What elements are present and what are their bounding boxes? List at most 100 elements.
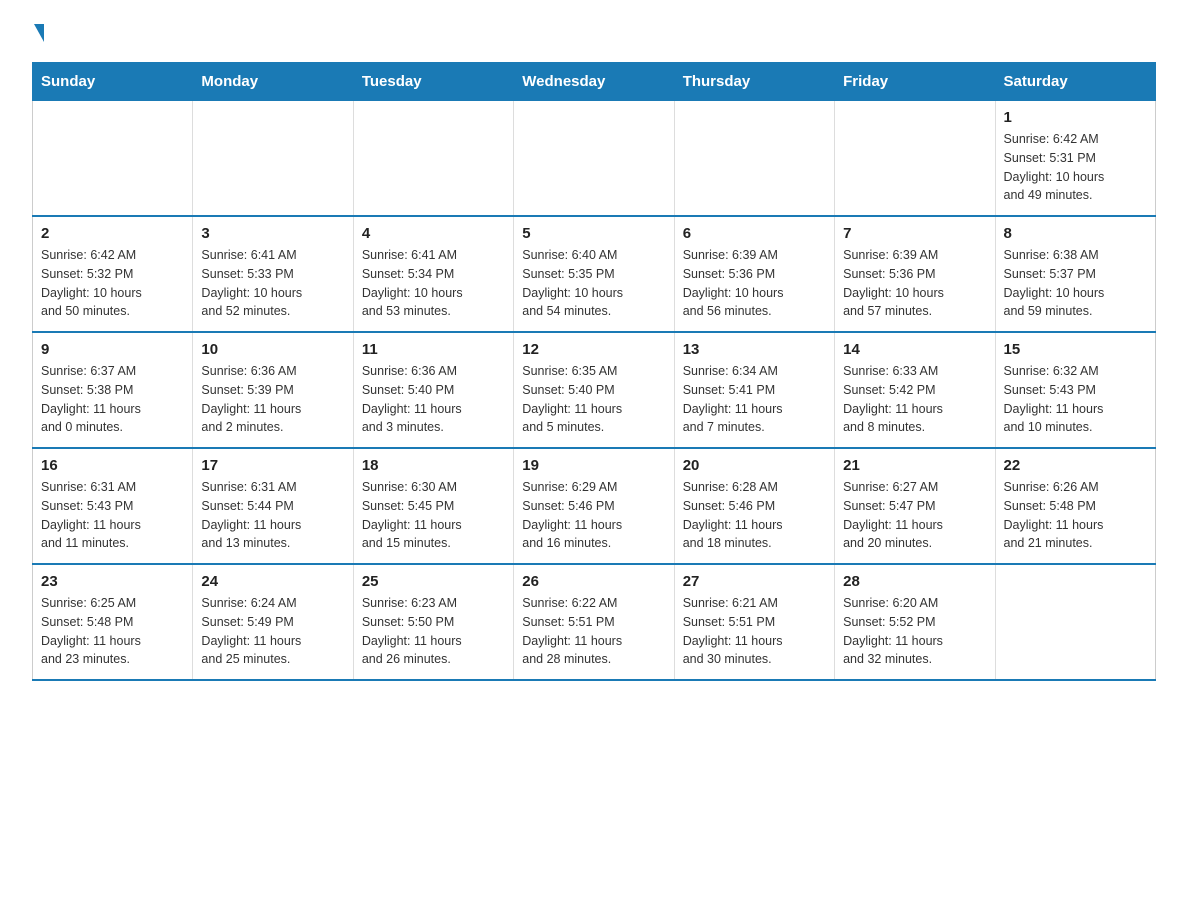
calendar-week-row: 1 Sunrise: 6:42 AM Sunset: 5:31 PM Daylig… <box>33 101 1156 217</box>
weekday-header-friday: Friday <box>835 63 995 101</box>
calendar-cell: 9 Sunrise: 6:37 AM Sunset: 5:38 PM Daylig… <box>33 332 193 448</box>
calendar-cell: 11 Sunrise: 6:36 AM Sunset: 5:40 PM Dayli… <box>353 332 513 448</box>
day-number: 14 <box>843 341 986 358</box>
calendar-cell: 8 Sunrise: 6:38 AM Sunset: 5:37 PM Daylig… <box>995 216 1155 332</box>
calendar-cell <box>674 101 834 217</box>
calendar-cell: 7 Sunrise: 6:39 AM Sunset: 5:36 PM Daylig… <box>835 216 995 332</box>
calendar-cell: 13 Sunrise: 6:34 AM Sunset: 5:41 PM Dayli… <box>674 332 834 448</box>
day-info: Sunrise: 6:28 AM Sunset: 5:46 PM Dayligh… <box>683 478 826 553</box>
calendar-cell: 3 Sunrise: 6:41 AM Sunset: 5:33 PM Daylig… <box>193 216 353 332</box>
calendar-cell <box>835 101 995 217</box>
calendar-cell: 18 Sunrise: 6:30 AM Sunset: 5:45 PM Dayli… <box>353 448 513 564</box>
calendar-cell: 14 Sunrise: 6:33 AM Sunset: 5:42 PM Dayli… <box>835 332 995 448</box>
day-number: 1 <box>1004 109 1147 126</box>
calendar-cell: 25 Sunrise: 6:23 AM Sunset: 5:50 PM Dayli… <box>353 564 513 680</box>
day-number: 25 <box>362 573 505 590</box>
day-number: 5 <box>522 225 665 242</box>
day-number: 6 <box>683 225 826 242</box>
calendar-week-row: 9 Sunrise: 6:37 AM Sunset: 5:38 PM Daylig… <box>33 332 1156 448</box>
day-info: Sunrise: 6:42 AM Sunset: 5:31 PM Dayligh… <box>1004 130 1147 205</box>
day-info: Sunrise: 6:36 AM Sunset: 5:39 PM Dayligh… <box>201 362 344 437</box>
calendar-cell <box>995 564 1155 680</box>
day-info: Sunrise: 6:36 AM Sunset: 5:40 PM Dayligh… <box>362 362 505 437</box>
weekday-header-saturday: Saturday <box>995 63 1155 101</box>
calendar-cell: 26 Sunrise: 6:22 AM Sunset: 5:51 PM Dayli… <box>514 564 674 680</box>
day-number: 9 <box>41 341 184 358</box>
day-info: Sunrise: 6:39 AM Sunset: 5:36 PM Dayligh… <box>843 246 986 321</box>
weekday-header-sunday: Sunday <box>33 63 193 101</box>
day-info: Sunrise: 6:21 AM Sunset: 5:51 PM Dayligh… <box>683 594 826 669</box>
weekday-header-monday: Monday <box>193 63 353 101</box>
calendar-cell: 4 Sunrise: 6:41 AM Sunset: 5:34 PM Daylig… <box>353 216 513 332</box>
day-info: Sunrise: 6:20 AM Sunset: 5:52 PM Dayligh… <box>843 594 986 669</box>
day-number: 3 <box>201 225 344 242</box>
day-info: Sunrise: 6:32 AM Sunset: 5:43 PM Dayligh… <box>1004 362 1147 437</box>
day-number: 26 <box>522 573 665 590</box>
day-number: 19 <box>522 457 665 474</box>
day-info: Sunrise: 6:31 AM Sunset: 5:44 PM Dayligh… <box>201 478 344 553</box>
calendar-cell: 10 Sunrise: 6:36 AM Sunset: 5:39 PM Dayli… <box>193 332 353 448</box>
day-number: 18 <box>362 457 505 474</box>
day-number: 2 <box>41 225 184 242</box>
calendar-cell: 23 Sunrise: 6:25 AM Sunset: 5:48 PM Dayli… <box>33 564 193 680</box>
day-number: 23 <box>41 573 184 590</box>
day-number: 28 <box>843 573 986 590</box>
day-number: 15 <box>1004 341 1147 358</box>
weekday-header-thursday: Thursday <box>674 63 834 101</box>
day-info: Sunrise: 6:42 AM Sunset: 5:32 PM Dayligh… <box>41 246 184 321</box>
day-number: 8 <box>1004 225 1147 242</box>
logo-triangle-icon <box>34 24 44 42</box>
day-number: 10 <box>201 341 344 358</box>
calendar-week-row: 23 Sunrise: 6:25 AM Sunset: 5:48 PM Dayli… <box>33 564 1156 680</box>
day-info: Sunrise: 6:34 AM Sunset: 5:41 PM Dayligh… <box>683 362 826 437</box>
day-info: Sunrise: 6:35 AM Sunset: 5:40 PM Dayligh… <box>522 362 665 437</box>
weekday-header-wednesday: Wednesday <box>514 63 674 101</box>
day-info: Sunrise: 6:33 AM Sunset: 5:42 PM Dayligh… <box>843 362 986 437</box>
calendar-cell: 28 Sunrise: 6:20 AM Sunset: 5:52 PM Dayli… <box>835 564 995 680</box>
calendar-cell <box>353 101 513 217</box>
page-header <box>32 24 1156 44</box>
calendar-cell: 12 Sunrise: 6:35 AM Sunset: 5:40 PM Dayli… <box>514 332 674 448</box>
day-info: Sunrise: 6:27 AM Sunset: 5:47 PM Dayligh… <box>843 478 986 553</box>
day-info: Sunrise: 6:24 AM Sunset: 5:49 PM Dayligh… <box>201 594 344 669</box>
day-info: Sunrise: 6:40 AM Sunset: 5:35 PM Dayligh… <box>522 246 665 321</box>
day-number: 17 <box>201 457 344 474</box>
day-number: 16 <box>41 457 184 474</box>
calendar-cell: 27 Sunrise: 6:21 AM Sunset: 5:51 PM Dayli… <box>674 564 834 680</box>
calendar-cell <box>514 101 674 217</box>
day-info: Sunrise: 6:38 AM Sunset: 5:37 PM Dayligh… <box>1004 246 1147 321</box>
day-number: 20 <box>683 457 826 474</box>
calendar-table: SundayMondayTuesdayWednesdayThursdayFrid… <box>32 62 1156 681</box>
calendar-cell: 17 Sunrise: 6:31 AM Sunset: 5:44 PM Dayli… <box>193 448 353 564</box>
calendar-cell <box>193 101 353 217</box>
calendar-cell <box>33 101 193 217</box>
day-number: 7 <box>843 225 986 242</box>
weekday-header-row: SundayMondayTuesdayWednesdayThursdayFrid… <box>33 63 1156 101</box>
calendar-cell: 22Sunrise: 6:26 AM Sunset: 5:48 PM Dayli… <box>995 448 1155 564</box>
day-number: 24 <box>201 573 344 590</box>
day-number: 12 <box>522 341 665 358</box>
calendar-cell: 24 Sunrise: 6:24 AM Sunset: 5:49 PM Dayli… <box>193 564 353 680</box>
day-info: Sunrise: 6:39 AM Sunset: 5:36 PM Dayligh… <box>683 246 826 321</box>
day-info: Sunrise: 6:37 AM Sunset: 5:38 PM Dayligh… <box>41 362 184 437</box>
day-info: Sunrise: 6:29 AM Sunset: 5:46 PM Dayligh… <box>522 478 665 553</box>
day-info: Sunrise: 6:41 AM Sunset: 5:34 PM Dayligh… <box>362 246 505 321</box>
day-info: Sunrise: 6:23 AM Sunset: 5:50 PM Dayligh… <box>362 594 505 669</box>
day-info: Sunrise: 6:31 AM Sunset: 5:43 PM Dayligh… <box>41 478 184 553</box>
day-info: Sunrise: 6:25 AM Sunset: 5:48 PM Dayligh… <box>41 594 184 669</box>
weekday-header-tuesday: Tuesday <box>353 63 513 101</box>
day-number: 4 <box>362 225 505 242</box>
calendar-cell: 15 Sunrise: 6:32 AM Sunset: 5:43 PM Dayli… <box>995 332 1155 448</box>
day-number: 13 <box>683 341 826 358</box>
calendar-week-row: 16 Sunrise: 6:31 AM Sunset: 5:43 PM Dayli… <box>33 448 1156 564</box>
day-info: Sunrise: 6:22 AM Sunset: 5:51 PM Dayligh… <box>522 594 665 669</box>
day-number: 27 <box>683 573 826 590</box>
calendar-cell: 1 Sunrise: 6:42 AM Sunset: 5:31 PM Daylig… <box>995 101 1155 217</box>
calendar-week-row: 2 Sunrise: 6:42 AM Sunset: 5:32 PM Daylig… <box>33 216 1156 332</box>
calendar-cell: 5 Sunrise: 6:40 AM Sunset: 5:35 PM Daylig… <box>514 216 674 332</box>
day-number: 11 <box>362 341 505 358</box>
day-info: Sunrise: 6:41 AM Sunset: 5:33 PM Dayligh… <box>201 246 344 321</box>
day-info: Sunrise: 6:30 AM Sunset: 5:45 PM Dayligh… <box>362 478 505 553</box>
calendar-cell: 6 Sunrise: 6:39 AM Sunset: 5:36 PM Daylig… <box>674 216 834 332</box>
calendar-cell: 16 Sunrise: 6:31 AM Sunset: 5:43 PM Dayli… <box>33 448 193 564</box>
